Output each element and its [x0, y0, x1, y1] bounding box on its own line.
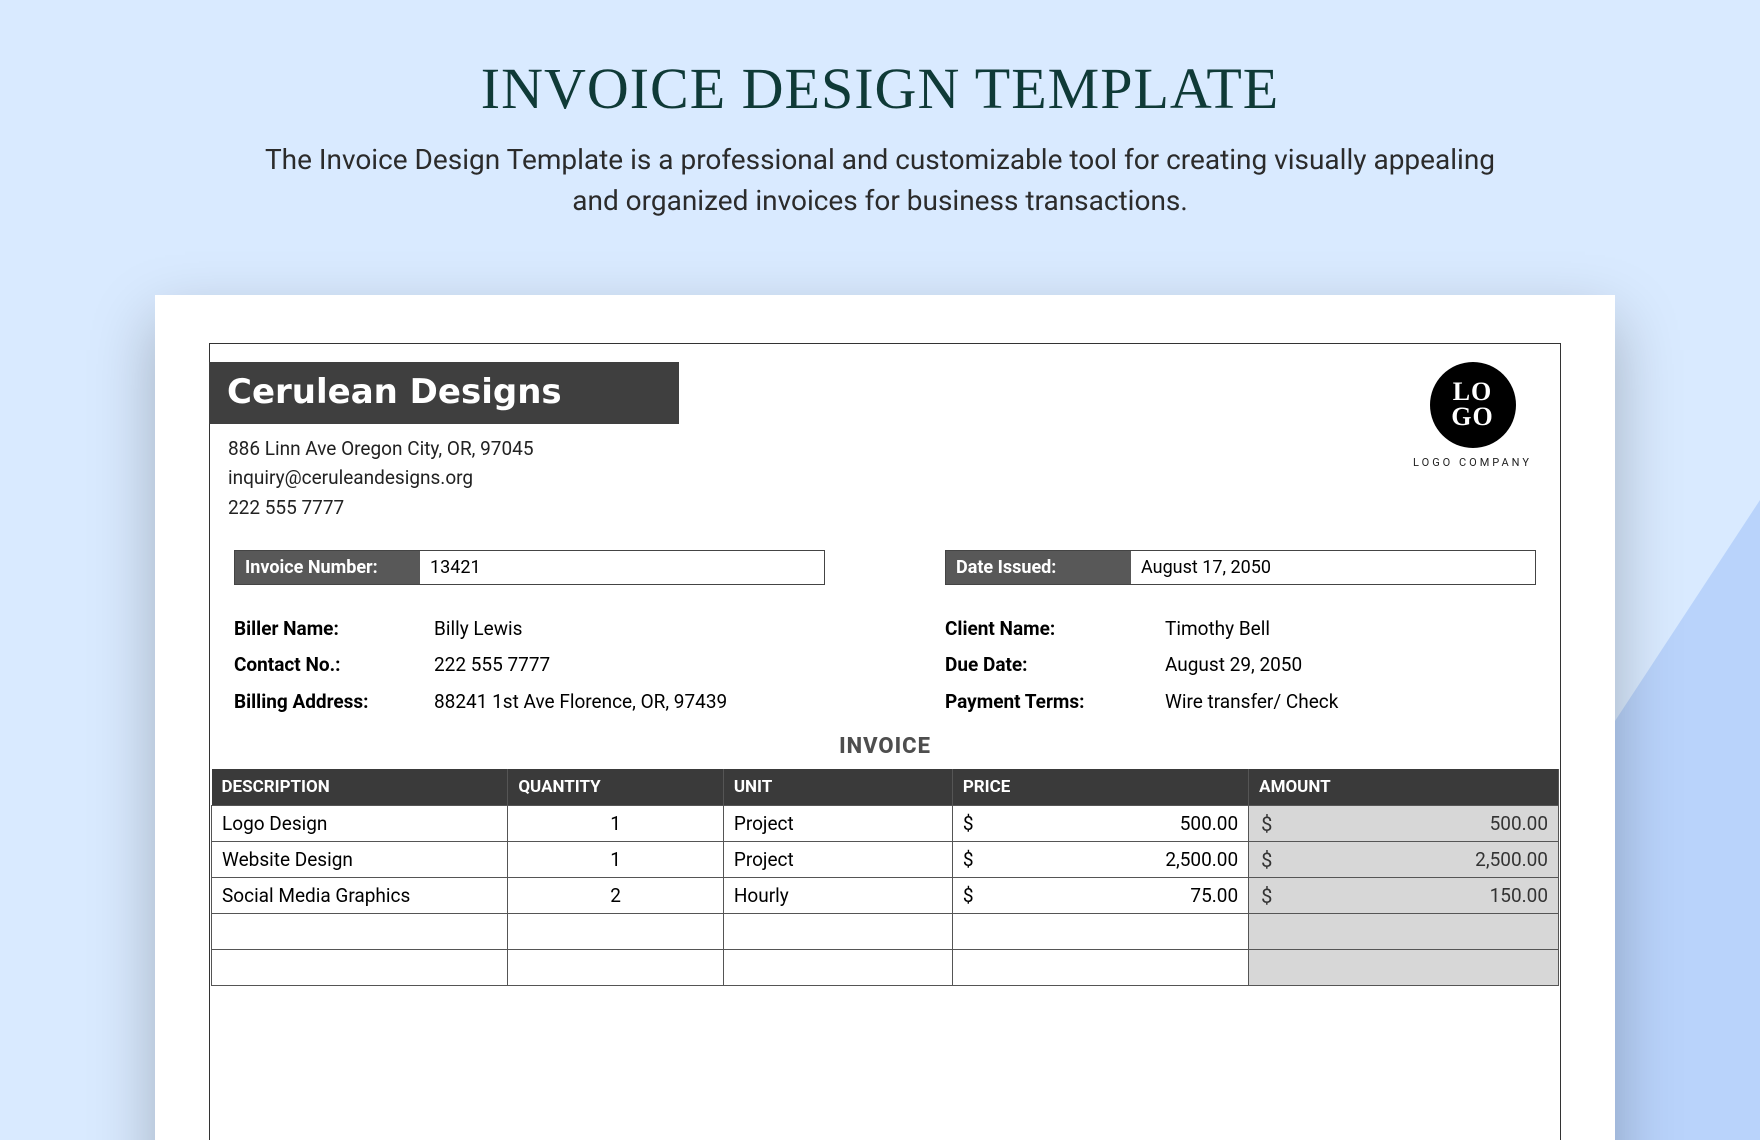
col-amount: AMOUNT [1249, 769, 1559, 806]
invoice-number-value: 13421 [420, 551, 824, 584]
client-name-label: Client Name: [945, 611, 1165, 647]
invoice-frame: LO GO LOGO COMPANY Cerulean Designs 886 … [209, 343, 1561, 1140]
cell-price: $75.00 [952, 877, 1248, 913]
cell-description: Social Media Graphics [212, 877, 508, 913]
col-quantity: QUANTITY [508, 769, 724, 806]
cell-quantity [508, 913, 724, 949]
cell-price: $500.00 [952, 805, 1248, 841]
meta-right: Date Issued: August 17, 2050 Client Name… [945, 550, 1536, 719]
cell-amount [1249, 913, 1559, 949]
table-row [212, 949, 1559, 985]
table-row: Logo Design1Project$500.00$500.00 [212, 805, 1559, 841]
table-header-row: DESCRIPTION QUANTITY UNIT PRICE AMOUNT [212, 769, 1559, 806]
company-email: inquiry@ceruleandesigns.org [228, 463, 1560, 492]
cell-quantity: 1 [508, 841, 724, 877]
cell-amount [1249, 949, 1559, 985]
company-name: Cerulean Designs [209, 362, 679, 424]
invoice-number-label: Invoice Number: [235, 551, 420, 584]
biller-contact: 222 555 7777 [434, 647, 550, 683]
cell-unit: Hourly [723, 877, 952, 913]
biller-details: Biller Name:Billy Lewis Contact No.:222 … [234, 611, 825, 719]
biller-address: 88241 1st Ave Florence, OR, 97439 [434, 684, 727, 720]
table-row: Social Media Graphics2Hourly$75.00$150.0… [212, 877, 1559, 913]
invoice-sheet: LO GO LOGO COMPANY Cerulean Designs 886 … [155, 295, 1615, 1140]
logo-caption: LOGO COMPANY [1413, 456, 1532, 469]
cell-price [952, 949, 1248, 985]
col-description: DESCRIPTION [212, 769, 508, 806]
cell-description: Logo Design [212, 805, 508, 841]
logo-icon: LO GO [1430, 362, 1516, 448]
items-table: DESCRIPTION QUANTITY UNIT PRICE AMOUNT L… [211, 769, 1559, 986]
biller-contact-label: Contact No.: [234, 647, 434, 683]
cell-unit: Project [723, 805, 952, 841]
cell-description [212, 913, 508, 949]
cell-price: $2,500.00 [952, 841, 1248, 877]
cell-quantity: 1 [508, 805, 724, 841]
meta-left: Invoice Number: 13421 Biller Name:Billy … [234, 550, 825, 719]
date-issued-box: Date Issued: August 17, 2050 [945, 550, 1536, 585]
company-phone: 222 555 7777 [228, 493, 1560, 522]
company-info: 886 Linn Ave Oregon City, OR, 97045 inqu… [228, 434, 1560, 522]
cell-unit [723, 913, 952, 949]
due-date: August 29, 2050 [1165, 647, 1302, 683]
col-unit: UNIT [723, 769, 952, 806]
biller-name: Billy Lewis [434, 611, 522, 647]
cell-amount: $150.00 [1249, 877, 1559, 913]
cell-description: Website Design [212, 841, 508, 877]
col-price: PRICE [952, 769, 1248, 806]
logo-text-bottom: GO [1451, 405, 1493, 430]
page-subtitle: The Invoice Design Template is a profess… [250, 140, 1510, 221]
cell-price [952, 913, 1248, 949]
cell-unit [723, 949, 952, 985]
logo-block: LO GO LOGO COMPANY [1413, 362, 1532, 469]
company-address: 886 Linn Ave Oregon City, OR, 97045 [228, 434, 1560, 463]
invoice-number-box: Invoice Number: 13421 [234, 550, 825, 585]
invoice-section-title: INVOICE [210, 734, 1560, 759]
cell-quantity: 2 [508, 877, 724, 913]
cell-unit: Project [723, 841, 952, 877]
client-details: Client Name:Timothy Bell Due Date:August… [945, 611, 1536, 719]
hero: INVOICE DESIGN TEMPLATE The Invoice Desi… [0, 0, 1760, 251]
due-date-label: Due Date: [945, 647, 1165, 683]
table-row [212, 913, 1559, 949]
biller-name-label: Biller Name: [234, 611, 434, 647]
date-issued-value: August 17, 2050 [1131, 551, 1535, 584]
date-issued-label: Date Issued: [946, 551, 1131, 584]
table-row: Website Design1Project$2,500.00$2,500.00 [212, 841, 1559, 877]
cell-amount: $2,500.00 [1249, 841, 1559, 877]
cell-quantity [508, 949, 724, 985]
cell-amount: $500.00 [1249, 805, 1559, 841]
payment-terms: Wire transfer/ Check [1165, 684, 1338, 720]
client-name: Timothy Bell [1165, 611, 1270, 647]
cell-description [212, 949, 508, 985]
payment-terms-label: Payment Terms: [945, 684, 1165, 720]
biller-address-label: Billing Address: [234, 684, 434, 720]
page-title: INVOICE DESIGN TEMPLATE [80, 55, 1680, 122]
